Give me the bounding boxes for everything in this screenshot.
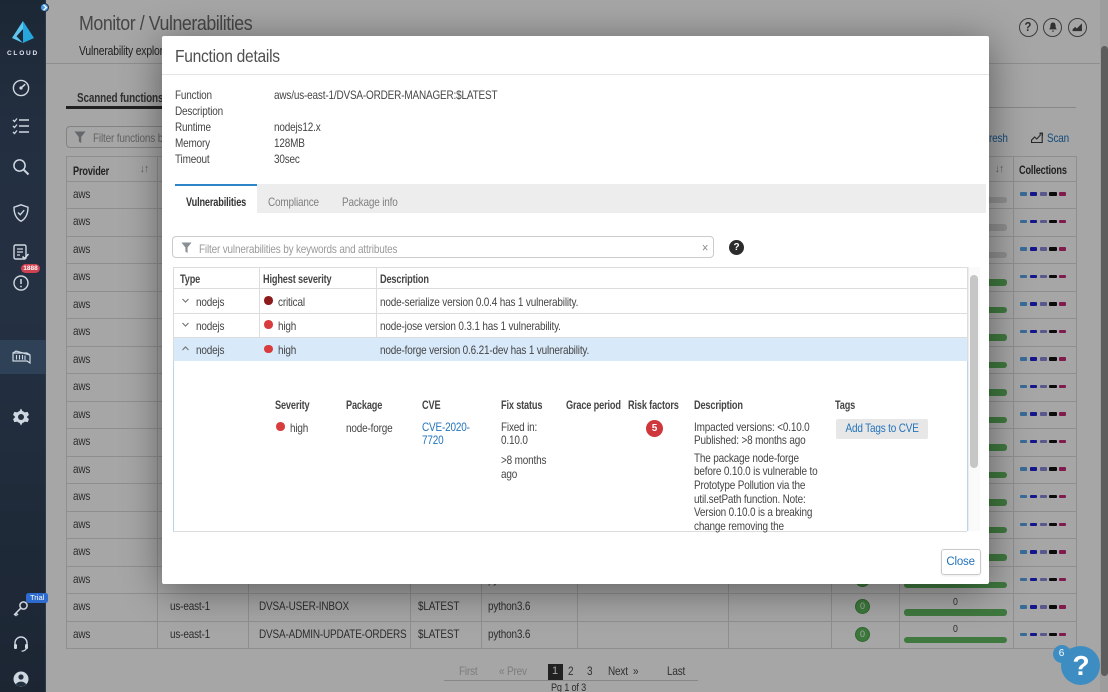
- svg-text:CLOUD: CLOUD: [7, 50, 39, 57]
